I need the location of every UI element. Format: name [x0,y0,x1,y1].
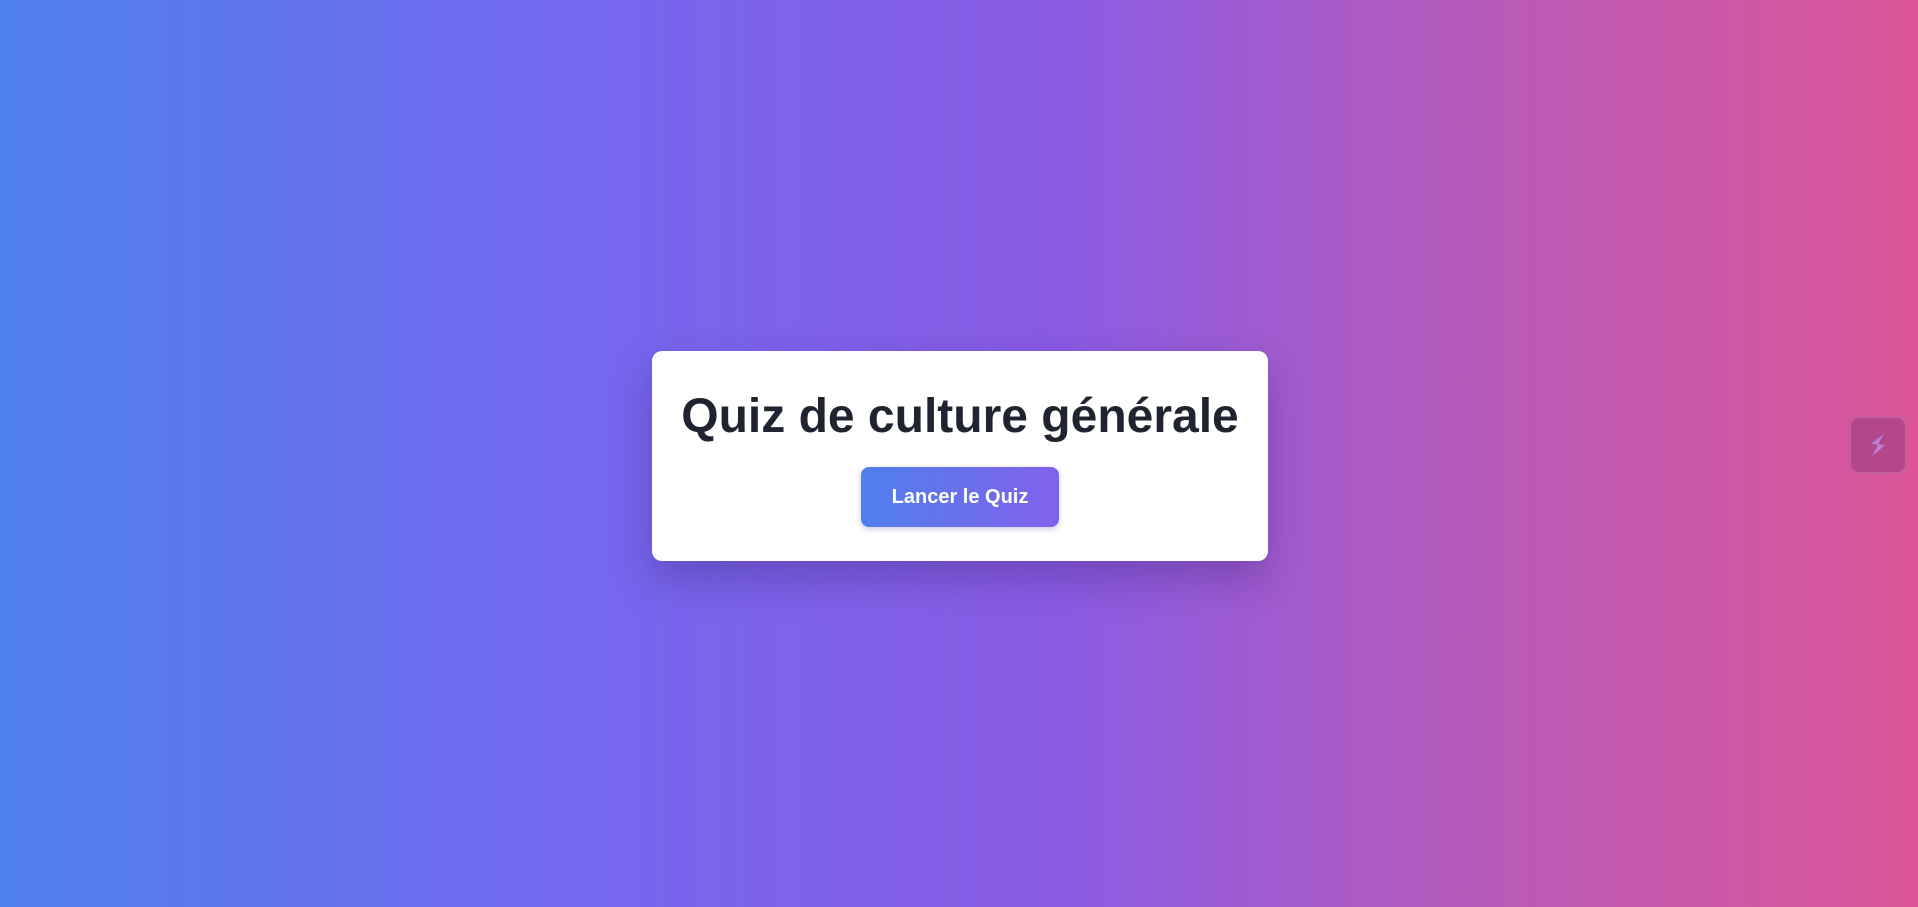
start-quiz-button[interactable]: Lancer le Quiz [861,467,1059,527]
quiz-title: Quiz de culture générale [681,390,1239,443]
quiz-start-card: Quiz de culture générale Lancer le Quiz [652,351,1268,561]
floating-extension-button[interactable] [1849,416,1907,474]
lightning-bolt-icon [1871,433,1886,457]
